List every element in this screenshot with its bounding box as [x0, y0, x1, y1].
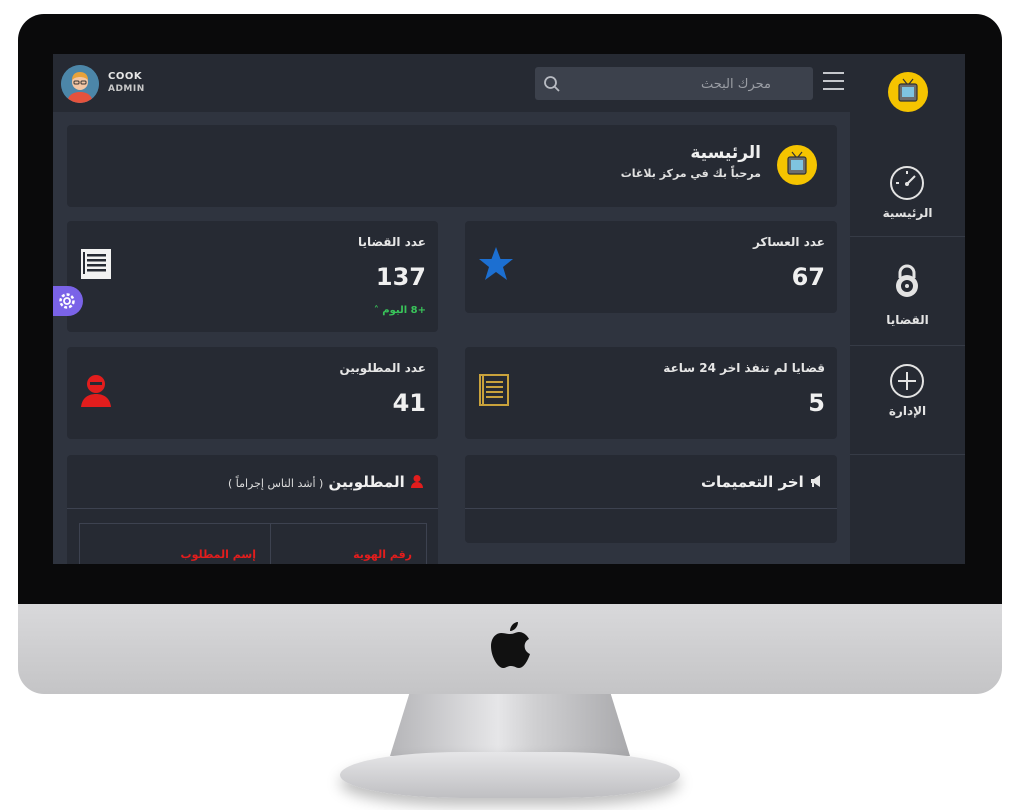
stat-title: قضايا لم تنفذ اخر 24 ساعة	[663, 361, 825, 375]
document-icon	[81, 249, 111, 279]
megaphone-icon	[811, 475, 820, 487]
wanted-panel-subtitle: ( أشد الناس إجراماً )	[227, 477, 324, 490]
page-title: الرئيسية	[690, 143, 761, 163]
tv-logo-icon	[787, 151, 807, 175]
top-bar: COOK ADMIN	[53, 54, 850, 112]
announcements-panel: اخر التعميمات	[465, 455, 837, 543]
padlock-icon	[896, 264, 918, 297]
user-name: COOK	[108, 71, 143, 82]
plus-circle-icon	[890, 364, 924, 398]
column-header[interactable]: إسم المطلوب	[181, 548, 256, 561]
panel-divider	[465, 508, 837, 509]
person-icon	[81, 375, 111, 407]
panel-title: اخر التعميمات	[701, 473, 823, 491]
announcements-panel-title: اخر التعميمات	[700, 473, 804, 491]
stat-value: 5	[808, 389, 825, 417]
sidebar-item-label: الإدارة	[888, 404, 927, 418]
star-icon	[479, 247, 513, 280]
search-icon[interactable]	[543, 75, 561, 93]
column-header[interactable]: رقم الهوية	[353, 548, 412, 561]
stat-value: 41	[392, 389, 426, 417]
speedometer-icon	[890, 166, 924, 200]
monitor-stand-base	[340, 752, 680, 798]
sidebar-item-label: القضايا	[886, 313, 929, 327]
notebook-icon	[479, 374, 509, 406]
tv-logo-icon	[898, 78, 918, 102]
panel-title: المطلوبين ( أشد الناس إجراماً )	[228, 473, 424, 491]
page-subtitle: مرحباً بك في مركز بلاغات	[620, 167, 761, 180]
sidebar: الرئيسية القضايا الإدارة	[850, 54, 965, 564]
user-avatar-icon	[61, 65, 99, 103]
sidebar-item-home[interactable]: الرئيسية	[850, 128, 965, 237]
hamburger-menu-icon[interactable]	[823, 72, 844, 90]
search-input[interactable]	[569, 67, 773, 102]
page-header-card: الرئيسية مرحباً بك في مركز بلاغات	[67, 125, 837, 207]
stat-title: عدد العساكر	[752, 235, 825, 249]
sidebar-item-label: الرئيسية	[882, 206, 933, 220]
stat-card-pending-cases[interactable]: قضايا لم تنفذ اخر 24 ساعة 5	[465, 347, 837, 439]
stat-trend: +8 اليوم ˄	[373, 305, 426, 316]
wanted-panel: المطلوبين ( أشد الناس إجراماً ) رقم الهو…	[67, 455, 438, 564]
person-icon	[411, 475, 423, 488]
settings-toggle[interactable]	[53, 286, 83, 316]
gear-icon	[59, 293, 75, 309]
wanted-panel-title: المطلوبين	[328, 473, 405, 491]
header-logo	[777, 145, 817, 185]
stat-card-wanted[interactable]: عدد المطلوبين 41	[67, 347, 438, 439]
stat-value: 137	[375, 263, 426, 291]
stat-card-soldiers[interactable]: عدد العساكر 67	[465, 221, 837, 313]
sidebar-item-admin[interactable]: الإدارة	[850, 346, 965, 455]
apple-logo-icon	[491, 622, 530, 668]
stat-title: عدد المطلوبين	[339, 361, 426, 375]
user-role: ADMIN	[108, 84, 145, 94]
avatar[interactable]	[61, 65, 99, 103]
stat-value: 67	[791, 263, 825, 291]
wanted-table-header: رقم الهوية إسم المطلوب	[79, 523, 427, 564]
sidebar-item-cases[interactable]: القضايا	[850, 237, 965, 346]
monitor-stand-neck	[390, 694, 630, 756]
app-logo[interactable]	[888, 72, 928, 112]
stat-card-cases[interactable]: عدد القضايا 137 +8 اليوم ˄	[67, 221, 438, 332]
app-screen: COOK ADMIN محرك البحث الرئيسية القضايا ا…	[53, 54, 965, 564]
search-box[interactable]	[535, 67, 813, 102]
panel-divider	[67, 508, 438, 509]
stat-title: عدد القضايا	[357, 235, 426, 249]
